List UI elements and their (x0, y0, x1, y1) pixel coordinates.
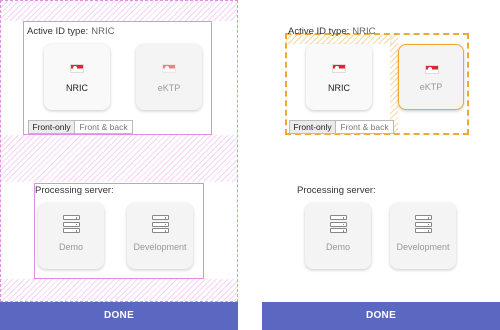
singapore-flag-icon (332, 64, 346, 73)
debug-hatch-bottom (1, 279, 237, 301)
front-only-option[interactable]: Front-only (29, 121, 75, 133)
singapore-flag-icon (70, 64, 84, 73)
debug-hatch-gap (390, 34, 398, 134)
singapore-flag-icon (162, 64, 176, 73)
debug-outer-outline (0, 0, 238, 302)
server-icon (152, 215, 169, 235)
nric-card[interactable]: NRIC (44, 44, 110, 110)
done-button[interactable]: DONE (0, 302, 238, 330)
scan-mode-toggle: Front-only Front & back (28, 120, 133, 134)
id-type-label: Active ID type: NRIC (288, 26, 376, 37)
development-server-card[interactable]: Development (127, 203, 193, 269)
development-server-card[interactable]: Development (390, 203, 456, 269)
singapore-flag-icon (425, 65, 439, 74)
demo-server-card[interactable]: Demo (305, 203, 371, 269)
processing-server-label: Processing server: (35, 185, 114, 196)
demo-server-card[interactable]: Demo (38, 203, 104, 269)
front-back-option[interactable]: Front & back (336, 121, 393, 133)
done-button[interactable]: DONE (262, 302, 500, 330)
processing-server-label: Processing server: (297, 185, 376, 196)
scan-mode-toggle: Front-only Front & back (289, 120, 394, 134)
server-icon (63, 215, 80, 235)
front-only-option[interactable]: Front-only (290, 121, 336, 133)
id-type-label: Active ID type: NRIC (27, 26, 115, 37)
ektp-card[interactable]: eKTP (398, 44, 464, 110)
debug-hatch-middle (1, 135, 237, 182)
debug-hatch-top (1, 1, 237, 21)
left-panel: Active ID type: NRIC NRIC eKTP Front-only… (0, 0, 238, 330)
server-icon (330, 215, 347, 235)
front-back-option[interactable]: Front & back (75, 121, 132, 133)
right-panel: Active ID type: NRIC NRIC eKTP Front-only… (262, 0, 500, 330)
ektp-card[interactable]: eKTP (136, 44, 202, 110)
nric-card[interactable]: NRIC (306, 44, 372, 110)
server-icon (415, 215, 432, 235)
